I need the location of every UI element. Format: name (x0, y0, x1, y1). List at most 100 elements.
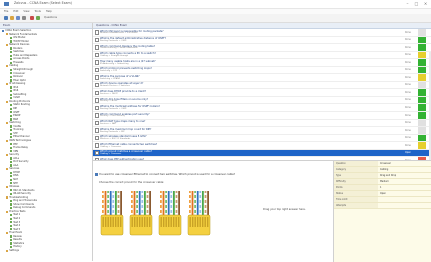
folder-icon (10, 214, 13, 217)
property-value[interactable] (378, 197, 431, 202)
question-row[interactable]: What is the maximum hop count for RIP? Ro… (93, 127, 431, 135)
folder-icon (6, 82, 9, 86)
folder-icon (10, 54, 13, 57)
wire-stripe (131, 198, 133, 200)
property-value[interactable]: Medium (378, 179, 431, 184)
question-row[interactable]: Which Ethernet cable connects two switch… (93, 142, 431, 150)
wire-stripe (141, 203, 144, 205)
question-row[interactable]: Which ACL type filters on source only? Se… (93, 96, 431, 105)
row-checkbox[interactable] (95, 143, 100, 148)
connector-images[interactable] (97, 191, 215, 239)
row-checkbox[interactable] (95, 105, 100, 111)
property-value[interactable]: Open (378, 191, 431, 196)
row-checkbox[interactable] (95, 67, 100, 73)
connector-pin (110, 217, 112, 227)
row-checkbox[interactable] (95, 52, 100, 58)
question-row[interactable]: Which cable type connects a PC to a swit… (93, 51, 431, 60)
row-checkbox[interactable] (95, 113, 100, 118)
row-checkbox[interactable] (95, 75, 100, 80)
folder-icon (2, 29, 5, 32)
status-badge: Done (405, 90, 411, 94)
connector-pin (136, 217, 138, 227)
question-category: Routing Protocols > OSPF (100, 39, 127, 42)
result-indicator (418, 81, 426, 89)
answer-drop-zone[interactable]: Drag your top right answer here. (263, 208, 306, 212)
connector-pin (131, 217, 133, 227)
folder-icon (10, 47, 13, 50)
folder-icon (10, 143, 13, 146)
new-icon[interactable] (4, 16, 8, 20)
folder-icon (10, 93, 13, 96)
rj45-connector-image[interactable] (100, 191, 124, 236)
folder-icon (10, 111, 13, 114)
folder-icon (10, 79, 13, 82)
folder-icon (6, 185, 9, 188)
close-button[interactable]: × (422, 1, 429, 7)
row-checkbox[interactable] (95, 45, 100, 50)
wire-stripe (160, 203, 162, 205)
copy-icon[interactable] (36, 16, 40, 20)
question-row[interactable]: Which command enables port security? Secu… (93, 112, 431, 120)
row-checkbox[interactable] (95, 60, 100, 65)
question-row[interactable]: Which protocol prevents switching loops?… (93, 66, 431, 75)
result-indicator (418, 96, 426, 104)
wire-stripe (194, 193, 196, 195)
row-checkbox[interactable] (95, 120, 100, 126)
connector-pin (117, 217, 119, 227)
result-indicator (418, 112, 426, 119)
rj45-connector-image[interactable] (129, 191, 153, 236)
rj45-connector-image[interactable] (187, 191, 211, 236)
result-indicator (418, 51, 426, 59)
result-indicator (418, 29, 426, 36)
rj45-connector-image[interactable] (158, 191, 182, 236)
row-checkbox[interactable] (95, 83, 100, 88)
question-row[interactable]: What does DHCP provide to a client? Servi… (93, 89, 431, 97)
row-checkbox[interactable] (95, 150, 100, 156)
question-row[interactable]: Which wireless standard uses 5 GHz? Wirel… (93, 134, 431, 143)
wire-stripe (189, 193, 191, 195)
wire-stripe (117, 208, 120, 210)
question-row[interactable]: Which command displays the routing table… (93, 44, 431, 52)
row-checkbox[interactable] (95, 135, 100, 141)
folder-icon (10, 61, 13, 64)
row-checkbox[interactable] (95, 90, 100, 95)
wire-stripe (165, 208, 167, 210)
question-category: Network Devices > Switches (100, 85, 130, 88)
question-row[interactable]: What is the default administrative dista… (93, 36, 431, 45)
tree-item[interactable]: Settings (0, 249, 92, 253)
property-value[interactable]: 1 (378, 185, 431, 190)
property-value[interactable]: Cabling (378, 167, 431, 172)
question-row[interactable]: Which device operates at Layer 2? Network… (93, 81, 431, 90)
print-icon[interactable] (22, 16, 26, 20)
property-key: Type (334, 173, 378, 178)
row-checkbox[interactable] (95, 30, 100, 35)
property-value[interactable]: Drag and Drop (378, 173, 431, 178)
connector-pin (192, 217, 194, 227)
question-row[interactable]: What is the purpose of a VLAN? Switching … (93, 74, 431, 82)
row-checkbox[interactable] (95, 98, 100, 103)
property-value[interactable] (378, 203, 431, 208)
row-checkbox[interactable] (95, 37, 100, 43)
property-value[interactable]: Crossover (378, 161, 431, 166)
open-icon[interactable] (10, 16, 14, 20)
question-row[interactable]: Which pinout matches a crossover cable? C… (93, 149, 431, 158)
status-badge: Done (405, 30, 411, 34)
question-row[interactable]: Which NAT type maps many to one? Services… (93, 119, 431, 128)
question-row[interactable]: Which OSI layer is responsible for routi… (93, 29, 431, 37)
cut-icon[interactable] (30, 16, 34, 20)
minimize-button[interactable]: – (404, 1, 411, 7)
question-row[interactable]: How many usable hosts are in a /27 subne… (93, 59, 431, 67)
connector-pin (141, 217, 143, 227)
connector-pin (165, 217, 167, 227)
row-checkbox[interactable] (95, 128, 100, 133)
save-icon[interactable] (16, 16, 20, 20)
question-row[interactable]: What is the multicast address for OSPF r… (93, 104, 431, 113)
wire-stripe (112, 208, 115, 210)
wire-stripe (141, 193, 144, 195)
maximize-button[interactable]: □ (413, 1, 420, 7)
folder-icon (6, 100, 9, 103)
tree-items: CCNA Exam Selection Network Fundamentals O… (0, 29, 92, 252)
question-content: You want to use crossover Ethernet to co… (93, 160, 333, 262)
wire-stripe (175, 193, 178, 195)
folder-icon (10, 68, 13, 71)
